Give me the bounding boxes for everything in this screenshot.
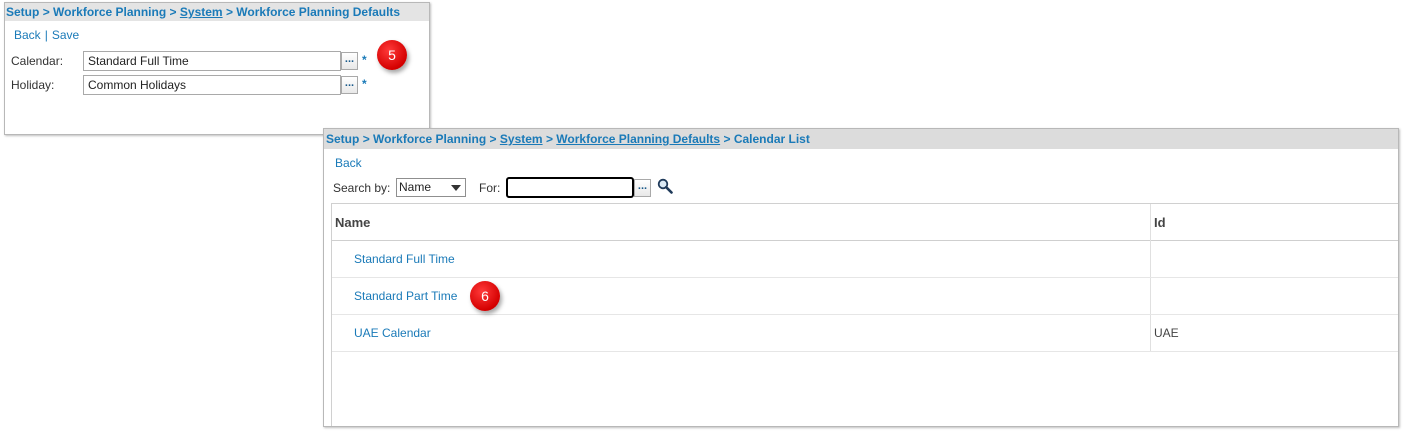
breadcrumb-system[interactable]: System <box>500 132 543 146</box>
breadcrumb-workforce-defaults[interactable]: Workforce Planning Defaults <box>556 132 720 146</box>
search-lookup-button[interactable]: ... <box>634 179 651 197</box>
breadcrumb: Setup > Workforce Planning > System > Wo… <box>5 3 429 21</box>
column-header-name[interactable]: Name <box>335 215 370 230</box>
breadcrumb-separator: > <box>723 132 731 146</box>
column-header-id[interactable]: Id <box>1154 215 1166 230</box>
breadcrumb-separator: > <box>489 132 497 146</box>
breadcrumb-separator: > <box>169 5 177 19</box>
back-link[interactable]: Back <box>335 156 362 170</box>
breadcrumb-workforce-planning[interactable]: Workforce Planning <box>373 132 486 146</box>
breadcrumb-setup[interactable]: Setup <box>6 5 39 19</box>
breadcrumb-separator: > <box>362 132 370 146</box>
action-divider: | <box>44 28 48 42</box>
step-badge-6: 6 <box>470 281 500 311</box>
holiday-field[interactable]: Common Holidays <box>83 75 341 95</box>
calendar-name-link[interactable]: UAE Calendar <box>354 326 431 340</box>
breadcrumb-workforce-planning[interactable]: Workforce Planning <box>53 5 166 19</box>
workforce-defaults-panel: Setup > Workforce Planning > System > Wo… <box>4 2 430 135</box>
search-by-label: Search by: <box>333 181 391 195</box>
back-link[interactable]: Back <box>14 28 41 42</box>
holiday-lookup-button[interactable]: ... <box>341 76 358 94</box>
breadcrumb-separator: > <box>545 132 553 146</box>
calendar-label: Calendar: <box>11 54 64 68</box>
table-row[interactable]: UAE Calendar UAE <box>332 315 1398 352</box>
table-row[interactable]: Standard Full Time <box>332 241 1398 278</box>
action-bar: Back <box>335 156 362 170</box>
search-by-value: Name <box>399 180 432 194</box>
required-marker: * <box>362 53 367 67</box>
breadcrumb-separator: > <box>225 5 233 19</box>
breadcrumb-system[interactable]: System <box>180 5 223 19</box>
breadcrumb: Setup > Workforce Planning > System > Wo… <box>324 129 1398 149</box>
breadcrumb-separator: > <box>42 5 50 19</box>
chevron-down-icon <box>451 185 461 191</box>
for-label: For: <box>479 181 501 195</box>
calendar-table: Name Id Standard Full Time Standard Part… <box>331 203 1398 426</box>
calendar-name-link[interactable]: Standard Part Time <box>354 289 457 303</box>
magnifier-icon[interactable] <box>657 178 673 194</box>
calendar-list-panel: Setup > Workforce Planning > System > Wo… <box>323 128 1399 427</box>
calendar-lookup-button[interactable]: ... <box>341 52 358 70</box>
search-by-select[interactable]: Name <box>396 178 466 197</box>
breadcrumb-setup[interactable]: Setup <box>326 132 359 146</box>
search-input[interactable] <box>506 177 634 198</box>
step-badge-5: 5 <box>377 40 407 70</box>
breadcrumb-current: Calendar List <box>733 132 810 146</box>
table-header: Name Id <box>332 204 1398 241</box>
breadcrumb-current: Workforce Planning Defaults <box>236 5 401 19</box>
save-link[interactable]: Save <box>52 28 79 42</box>
required-marker: * <box>362 77 367 91</box>
calendar-name-link[interactable]: Standard Full Time <box>354 252 455 266</box>
calendar-field[interactable]: Standard Full Time <box>83 51 341 71</box>
calendar-id: UAE <box>1154 326 1179 340</box>
holiday-label: Holiday: <box>11 78 55 92</box>
action-bar: Back | Save <box>14 28 79 42</box>
